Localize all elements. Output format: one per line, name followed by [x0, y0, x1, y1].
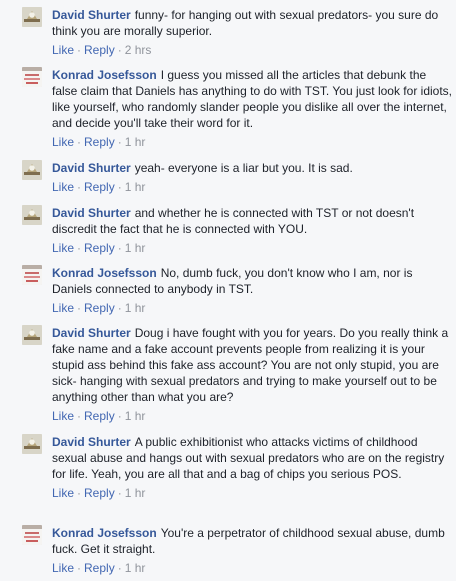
reply-button[interactable]: Reply	[84, 409, 115, 423]
like-button[interactable]: Like	[52, 180, 74, 194]
konrad-josefsson-avatar[interactable]	[22, 265, 42, 285]
comment-timestamp[interactable]: 1 hr	[125, 180, 146, 194]
meta-separator: ·	[117, 43, 122, 57]
meta-separator: ·	[77, 43, 82, 57]
like-button[interactable]: Like	[52, 43, 74, 57]
comment-body: David Shurter A public exhibitionist who …	[52, 434, 452, 501]
meta-separator: ·	[77, 486, 82, 500]
meta-separator: ·	[77, 409, 82, 423]
comment-timestamp[interactable]: 1 hr	[125, 561, 146, 575]
david-shurter-avatar[interactable]	[22, 434, 42, 454]
comment-timestamp[interactable]: 1 hr	[125, 409, 146, 423]
comment-timestamp[interactable]: 1 hr	[125, 135, 146, 149]
comment-text: David Shurter and whether he is connected…	[52, 205, 452, 237]
comment-thread: David Shurter funny- for hanging out with…	[0, 0, 456, 581]
david-shurter-avatar[interactable]	[22, 160, 42, 180]
comment-timestamp[interactable]: 1 hr	[125, 241, 146, 255]
comment-body: David Shurter funny- for hanging out with…	[52, 7, 452, 58]
comment-actions: Like · Reply · 1 hr	[52, 300, 452, 316]
comment-body: David Shurter yeah- everyone is a liar bu…	[52, 160, 452, 195]
david-shurter-avatar[interactable]	[22, 7, 42, 27]
comment-actions: Like · Reply · 1 hr	[52, 560, 452, 576]
comment-actions: Like · Reply · 2 hrs	[52, 42, 452, 58]
comment-author[interactable]: David Shurter	[52, 8, 131, 22]
comment-text: David Shurter Doug i have fought with you…	[52, 325, 452, 405]
comment-text: Konrad Josefsson No, dumb fuck, you don't…	[52, 265, 452, 297]
comment-actions: Like · Reply · 1 hr	[52, 408, 452, 424]
comment-timestamp[interactable]: 1 hr	[125, 301, 146, 315]
meta-separator: ·	[77, 241, 82, 255]
reply-button[interactable]: Reply	[84, 561, 115, 575]
comment-author[interactable]: David Shurter	[52, 161, 131, 175]
meta-separator: ·	[77, 135, 82, 149]
meta-separator: ·	[117, 180, 122, 194]
meta-separator: ·	[117, 486, 122, 500]
comment-text: Konrad Josefsson You're a perpetrator of …	[52, 525, 452, 557]
meta-separator: ·	[117, 241, 122, 255]
comment-message: yeah- everyone is a liar but you. It is …	[134, 161, 353, 175]
meta-separator: ·	[117, 135, 122, 149]
comment-body: David Shurter Doug i have fought with you…	[52, 325, 452, 424]
reply-button[interactable]: Reply	[84, 43, 115, 57]
reply-button[interactable]: Reply	[84, 180, 115, 194]
comment-actions: Like · Reply · 1 hr	[52, 240, 452, 256]
david-shurter-avatar[interactable]	[22, 325, 42, 345]
like-button[interactable]: Like	[52, 409, 74, 423]
comment-author[interactable]: David Shurter	[52, 326, 131, 340]
like-button[interactable]: Like	[52, 301, 74, 315]
comment-author[interactable]: Konrad Josefsson	[52, 68, 157, 82]
comment-timestamp[interactable]: 1 hr	[125, 486, 146, 500]
comment-text: David Shurter funny- for hanging out with…	[52, 7, 452, 39]
konrad-josefsson-avatar[interactable]	[22, 525, 42, 545]
comment-body: David Shurter and whether he is connected…	[52, 205, 452, 256]
comment-actions: Like · Reply · 1 hr	[52, 134, 452, 150]
reply-button[interactable]: Reply	[84, 486, 115, 500]
like-button[interactable]: Like	[52, 241, 74, 255]
reply-button[interactable]: Reply	[84, 135, 115, 149]
konrad-josefsson-avatar[interactable]	[22, 67, 42, 87]
meta-separator: ·	[77, 561, 82, 575]
meta-separator: ·	[77, 301, 82, 315]
meta-separator: ·	[117, 561, 122, 575]
reply-button[interactable]: Reply	[84, 301, 115, 315]
comment-text: David Shurter yeah- everyone is a liar bu…	[52, 160, 452, 176]
like-button[interactable]: Like	[52, 135, 74, 149]
comment-text: Konrad Josefsson I guess you missed all t…	[52, 67, 452, 131]
comment-author[interactable]: Konrad Josefsson	[52, 526, 157, 540]
comment-author[interactable]: David Shurter	[52, 435, 131, 449]
comment-text: David Shurter A public exhibitionist who …	[52, 434, 452, 482]
comment-timestamp[interactable]: 2 hrs	[125, 43, 152, 57]
meta-separator: ·	[77, 180, 82, 194]
comment-author[interactable]: David Shurter	[52, 206, 131, 220]
comment-body: Konrad Josefsson No, dumb fuck, you don't…	[52, 265, 452, 316]
comment-actions: Like · Reply · 1 hr	[52, 179, 452, 195]
comment-actions: Like · Reply · 1 hr	[52, 485, 452, 501]
meta-separator: ·	[117, 409, 122, 423]
like-button[interactable]: Like	[52, 486, 74, 500]
comment-author[interactable]: Konrad Josefsson	[52, 266, 157, 280]
like-button[interactable]: Like	[52, 561, 74, 575]
comment-body: Konrad Josefsson You're a perpetrator of …	[52, 525, 452, 576]
comment-body: Konrad Josefsson I guess you missed all t…	[52, 67, 452, 150]
meta-separator: ·	[117, 301, 122, 315]
david-shurter-avatar[interactable]	[22, 205, 42, 225]
reply-button[interactable]: Reply	[84, 241, 115, 255]
